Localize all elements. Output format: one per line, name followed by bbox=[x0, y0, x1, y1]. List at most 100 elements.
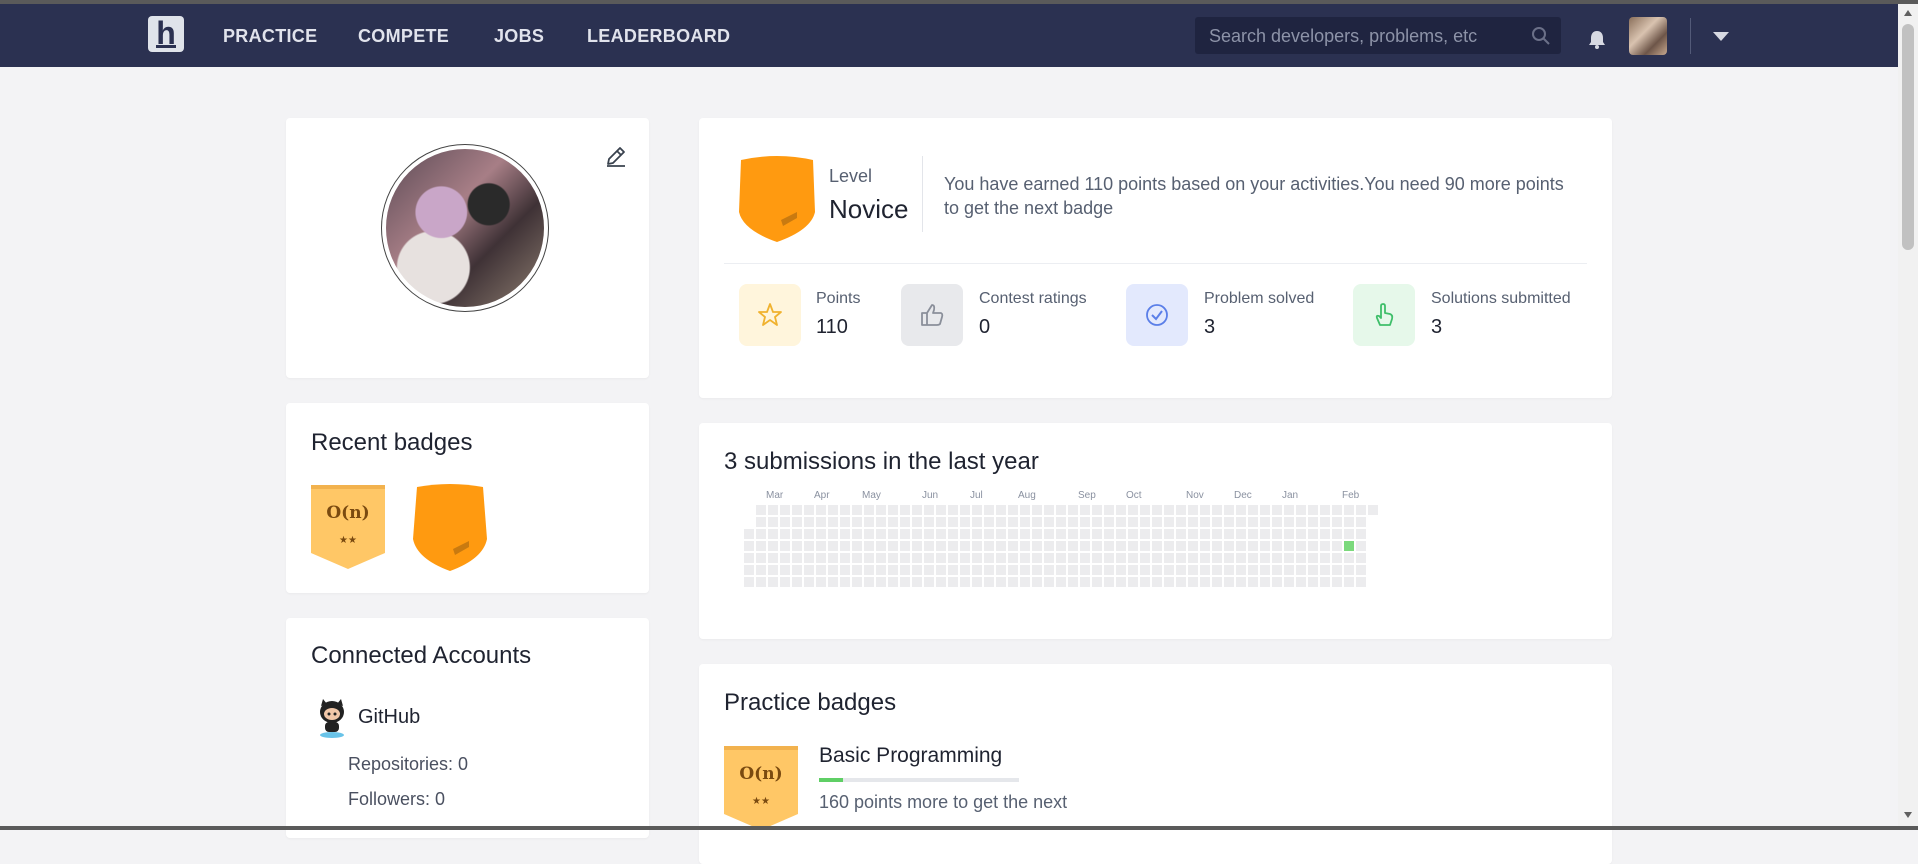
activity-day-cell[interactable] bbox=[1080, 553, 1090, 563]
activity-day-cell[interactable] bbox=[1260, 541, 1270, 551]
activity-day-cell[interactable] bbox=[1164, 565, 1174, 575]
activity-day-cell[interactable] bbox=[780, 541, 790, 551]
activity-day-cell[interactable] bbox=[1128, 505, 1138, 515]
activity-day-cell[interactable] bbox=[1044, 517, 1054, 527]
activity-day-cell[interactable] bbox=[756, 517, 766, 527]
activity-day-cell[interactable] bbox=[828, 529, 838, 539]
activity-day-cell[interactable] bbox=[1224, 529, 1234, 539]
activity-day-cell[interactable] bbox=[1284, 565, 1294, 575]
activity-day-cell[interactable] bbox=[1164, 517, 1174, 527]
activity-day-cell[interactable] bbox=[1164, 541, 1174, 551]
activity-day-cell[interactable] bbox=[1140, 565, 1150, 575]
activity-day-cell[interactable] bbox=[1236, 553, 1246, 563]
activity-day-cell[interactable] bbox=[1296, 517, 1306, 527]
activity-day-cell[interactable] bbox=[1308, 553, 1318, 563]
activity-day-cell[interactable] bbox=[1092, 529, 1102, 539]
activity-day-cell[interactable] bbox=[1176, 505, 1186, 515]
activity-day-cell[interactable] bbox=[888, 541, 898, 551]
activity-day-cell[interactable] bbox=[792, 529, 802, 539]
activity-day-cell[interactable] bbox=[1332, 565, 1342, 575]
activity-day-cell[interactable] bbox=[744, 577, 754, 587]
activity-day-cell[interactable] bbox=[1104, 505, 1114, 515]
activity-day-cell[interactable] bbox=[1068, 517, 1078, 527]
activity-day-cell[interactable] bbox=[1104, 577, 1114, 587]
activity-day-cell[interactable] bbox=[804, 529, 814, 539]
activity-day-cell[interactable] bbox=[1284, 505, 1294, 515]
activity-day-cell[interactable] bbox=[1128, 577, 1138, 587]
activity-day-cell[interactable] bbox=[1284, 577, 1294, 587]
activity-day-cell[interactable] bbox=[756, 505, 766, 515]
activity-day-cell[interactable] bbox=[1296, 553, 1306, 563]
activity-day-cell[interactable] bbox=[1212, 553, 1222, 563]
activity-day-cell[interactable] bbox=[756, 529, 766, 539]
activity-day-cell[interactable] bbox=[1356, 553, 1366, 563]
activity-day-cell[interactable] bbox=[1008, 505, 1018, 515]
activity-day-cell[interactable] bbox=[960, 553, 970, 563]
activity-day-cell[interactable] bbox=[1008, 553, 1018, 563]
activity-day-cell[interactable] bbox=[1188, 577, 1198, 587]
activity-day-cell[interactable] bbox=[1032, 505, 1042, 515]
activity-day-cell[interactable] bbox=[1236, 565, 1246, 575]
activity-day-cell[interactable] bbox=[1152, 517, 1162, 527]
activity-day-cell[interactable] bbox=[1296, 577, 1306, 587]
activity-day-cell[interactable] bbox=[1260, 577, 1270, 587]
activity-day-cell[interactable] bbox=[1200, 553, 1210, 563]
activity-day-cell[interactable] bbox=[960, 517, 970, 527]
activity-day-cell[interactable] bbox=[792, 541, 802, 551]
activity-day-cell[interactable] bbox=[768, 553, 778, 563]
activity-day-cell[interactable] bbox=[1188, 565, 1198, 575]
activity-day-cell[interactable] bbox=[1056, 529, 1066, 539]
activity-day-cell[interactable] bbox=[996, 577, 1006, 587]
search-icon[interactable] bbox=[1531, 26, 1551, 46]
activity-day-cell[interactable] bbox=[1248, 541, 1258, 551]
activity-day-cell[interactable] bbox=[1032, 517, 1042, 527]
activity-day-cell[interactable] bbox=[1056, 553, 1066, 563]
activity-day-cell[interactable] bbox=[1284, 553, 1294, 563]
activity-day-cell[interactable] bbox=[864, 565, 874, 575]
activity-day-cell[interactable] bbox=[792, 553, 802, 563]
activity-day-cell[interactable] bbox=[1008, 529, 1018, 539]
activity-day-cell[interactable] bbox=[828, 541, 838, 551]
activity-day-cell[interactable] bbox=[1128, 553, 1138, 563]
activity-day-cell[interactable] bbox=[840, 577, 850, 587]
activity-day-cell[interactable] bbox=[816, 577, 826, 587]
activity-day-cell[interactable] bbox=[1176, 553, 1186, 563]
activity-day-cell[interactable] bbox=[1260, 565, 1270, 575]
activity-day-cell[interactable] bbox=[1332, 553, 1342, 563]
activity-day-cell[interactable] bbox=[972, 577, 982, 587]
activity-day-cell[interactable] bbox=[924, 529, 934, 539]
activity-day-cell[interactable] bbox=[1068, 553, 1078, 563]
activity-day-cell[interactable] bbox=[900, 565, 910, 575]
activity-day-cell[interactable] bbox=[1152, 577, 1162, 587]
activity-day-cell[interactable] bbox=[1188, 529, 1198, 539]
activity-day-cell[interactable] bbox=[1188, 541, 1198, 551]
activity-day-cell[interactable] bbox=[1044, 577, 1054, 587]
activity-day-cell[interactable] bbox=[900, 541, 910, 551]
activity-day-cell[interactable] bbox=[864, 553, 874, 563]
activity-day-cell[interactable] bbox=[1308, 505, 1318, 515]
activity-day-cell[interactable] bbox=[1020, 577, 1030, 587]
activity-day-cell[interactable] bbox=[816, 505, 826, 515]
activity-day-cell[interactable] bbox=[1248, 565, 1258, 575]
activity-day-cell[interactable] bbox=[936, 529, 946, 539]
activity-day-cell[interactable] bbox=[1092, 517, 1102, 527]
activity-day-cell[interactable] bbox=[768, 565, 778, 575]
activity-day-cell[interactable] bbox=[804, 517, 814, 527]
activity-day-cell[interactable] bbox=[912, 577, 922, 587]
activity-day-cell[interactable] bbox=[1236, 517, 1246, 527]
activity-day-cell[interactable] bbox=[876, 577, 886, 587]
activity-day-cell[interactable] bbox=[1260, 529, 1270, 539]
activity-day-cell[interactable] bbox=[1032, 541, 1042, 551]
activity-day-cell[interactable] bbox=[1116, 529, 1126, 539]
activity-day-cell[interactable] bbox=[948, 541, 958, 551]
activity-day-cell[interactable] bbox=[900, 517, 910, 527]
activity-day-cell[interactable] bbox=[912, 505, 922, 515]
activity-day-cell[interactable] bbox=[1200, 517, 1210, 527]
activity-day-cell[interactable] bbox=[1188, 553, 1198, 563]
user-avatar[interactable] bbox=[1629, 17, 1667, 55]
activity-day-cell[interactable] bbox=[888, 529, 898, 539]
search-input[interactable] bbox=[1207, 17, 1521, 56]
activity-day-cell[interactable] bbox=[1248, 505, 1258, 515]
activity-day-cell[interactable] bbox=[984, 517, 994, 527]
activity-day-cell[interactable] bbox=[1116, 541, 1126, 551]
